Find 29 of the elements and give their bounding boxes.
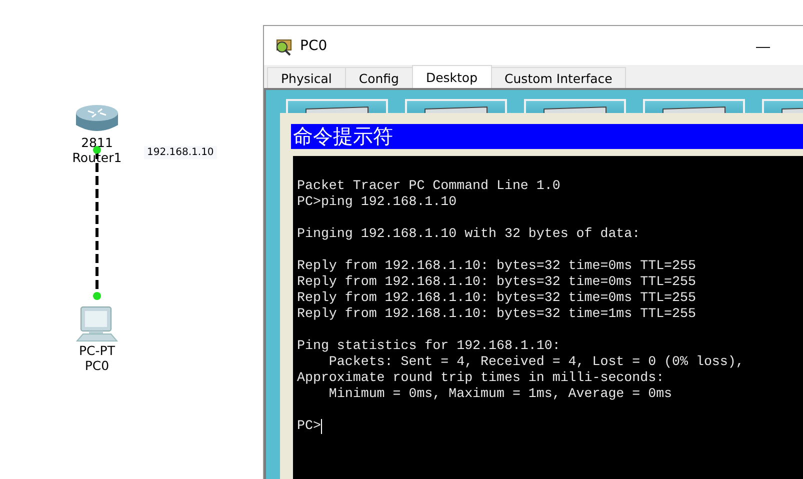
terminal-line: Reply from 192.168.1.10: bytes=32 time=0ms TTL=255 [297,274,697,290]
command-prompt-title: 命令提示符 [291,124,803,149]
window-title: PC0 [300,38,328,54]
desktop-app-tile[interactable] [524,99,626,113]
desktop-app-tile[interactable] [405,99,507,113]
ip-address-label: 192.168.1.10 [144,146,217,159]
terminal-line: PC>ping 192.168.1.10 [297,194,458,210]
tab[interactable]: Custom Interface [490,67,626,88]
terminal-line: Reply from 192.168.1.10: bytes=32 time=0ms TTL=255 [297,290,697,306]
terminal-line: Packet Tracer PC Command Line 1.0 [297,178,562,194]
tab[interactable]: Config [344,67,413,88]
terminal-line: Reply from 192.168.1.10: bytes=32 time=1ms TTL=255 [297,306,697,322]
desktop-app-tile[interactable] [286,99,388,113]
minimize-button[interactable]: — [743,38,783,54]
terminal-line: Reply from 192.168.1.10: bytes=32 time=0ms TTL=255 [297,258,697,274]
terminal-line: Minimum = 0ms, Maximum = 1ms, Average = 0ms [328,386,674,402]
terminal-prompt: PC> [297,418,321,434]
device-model-label: PC-PT [79,343,115,358]
text-cursor [320,418,322,434]
device-model-label: 2811 [81,135,113,150]
tab[interactable]: Desktop [412,65,492,88]
terminal-line: Pinging 192.168.1.10 with 32 bytes of data: [297,226,642,242]
terminal-line: Ping statistics for 192.168.1.10: [297,338,562,354]
terminal-line: Approximate round trip times in milli-seconds: [297,370,666,386]
computer-icon [75,305,119,343]
device-name-label: PC0 [84,358,110,373]
desktop-app-tile[interactable] [643,99,745,113]
terminal-line: Packets: Sent = 4, Received = 4, Lost = 0 (0% loss), [328,354,745,370]
tab[interactable]: Physical [267,67,346,88]
